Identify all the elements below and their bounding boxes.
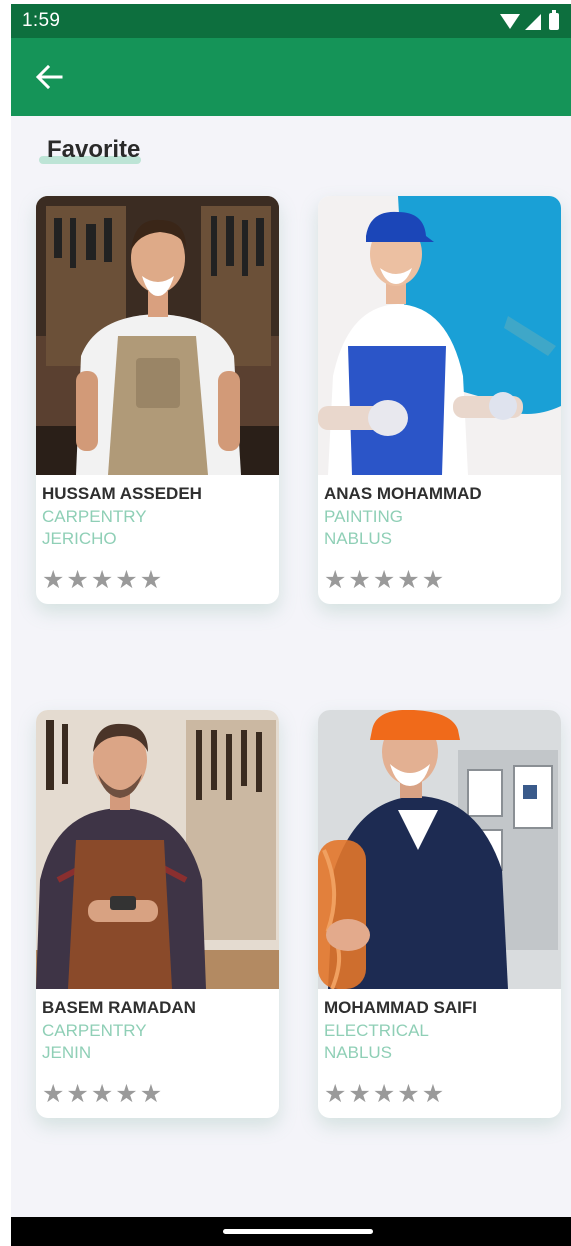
worker-name: ANAS MOHAMMAD xyxy=(324,484,482,503)
home-indicator[interactable] xyxy=(223,1229,373,1234)
worker-photo xyxy=(318,710,561,989)
worker-service: PAINTING xyxy=(324,507,404,526)
battery-icon xyxy=(549,10,559,30)
worker-photo xyxy=(318,196,561,475)
star-icon[interactable]: ★ xyxy=(422,568,444,593)
star-icon[interactable]: ★ xyxy=(140,1082,162,1107)
worker-name: HUSSAM ASSEDEH xyxy=(42,484,202,503)
worker-name: BASEM RAMADAN xyxy=(42,998,196,1017)
system-nav-bar xyxy=(11,1217,571,1246)
star-icon[interactable]: ★ xyxy=(397,568,419,593)
worker-card[interactable]: BASEM RAMADAN CARPENTRY JENIN ★ ★ ★ ★ ★ xyxy=(36,710,279,1118)
arrow-left-icon xyxy=(35,64,63,90)
signal-icon xyxy=(525,13,541,30)
star-icon[interactable]: ★ xyxy=(324,568,346,593)
worker-card[interactable]: ANAS MOHAMMAD PAINTING NABLUS ★ ★ ★ ★ ★ xyxy=(318,196,561,604)
rating-stars: ★ ★ ★ ★ ★ xyxy=(324,568,444,593)
app-bar xyxy=(11,38,571,116)
star-icon[interactable]: ★ xyxy=(115,568,137,593)
status-icons xyxy=(500,10,559,30)
page-title: Favorite xyxy=(47,136,141,163)
back-button[interactable] xyxy=(34,63,64,91)
worker-card[interactable]: HUSSAM ASSEDEH CARPENTRY JERICHO ★ ★ ★ ★… xyxy=(36,196,279,604)
wifi-icon xyxy=(500,14,520,29)
star-icon[interactable]: ★ xyxy=(140,568,162,593)
status-time: 1:59 xyxy=(22,10,61,31)
star-icon[interactable]: ★ xyxy=(66,1082,88,1107)
worker-city: NABLUS xyxy=(324,529,393,548)
star-icon[interactable]: ★ xyxy=(91,568,113,593)
worker-city: NABLUS xyxy=(324,1043,393,1062)
worker-photo xyxy=(36,710,279,989)
worker-card[interactable]: MOHAMMAD SAIFI ELECTRICAL NABLUS ★ ★ ★ ★… xyxy=(318,710,561,1118)
star-icon[interactable]: ★ xyxy=(324,1082,346,1107)
worker-city: JENIN xyxy=(42,1043,92,1062)
star-icon[interactable]: ★ xyxy=(42,568,64,593)
worker-service: ELECTRICAL xyxy=(324,1021,429,1040)
star-icon[interactable]: ★ xyxy=(373,568,395,593)
app-screen: 1:59 Favorite HUSSAM ASSEDEH CARPENTRY J… xyxy=(11,4,571,1246)
worker-service: CARPENTRY xyxy=(42,1021,147,1040)
star-icon[interactable]: ★ xyxy=(373,1082,395,1107)
worker-name: MOHAMMAD SAIFI xyxy=(324,998,477,1017)
worker-service: CARPENTRY xyxy=(42,507,147,526)
rating-stars: ★ ★ ★ ★ ★ xyxy=(42,568,162,593)
status-bar: 1:59 xyxy=(11,4,571,38)
star-icon[interactable]: ★ xyxy=(348,1082,370,1107)
star-icon[interactable]: ★ xyxy=(91,1082,113,1107)
star-icon[interactable]: ★ xyxy=(66,568,88,593)
worker-city: JERICHO xyxy=(42,529,117,548)
star-icon[interactable]: ★ xyxy=(42,1082,64,1107)
star-icon[interactable]: ★ xyxy=(397,1082,419,1107)
worker-photo xyxy=(36,196,279,475)
star-icon[interactable]: ★ xyxy=(348,568,370,593)
star-icon[interactable]: ★ xyxy=(422,1082,444,1107)
rating-stars: ★ ★ ★ ★ ★ xyxy=(324,1082,444,1107)
page-header: Favorite xyxy=(39,136,141,164)
rating-stars: ★ ★ ★ ★ ★ xyxy=(42,1082,162,1107)
star-icon[interactable]: ★ xyxy=(115,1082,137,1107)
